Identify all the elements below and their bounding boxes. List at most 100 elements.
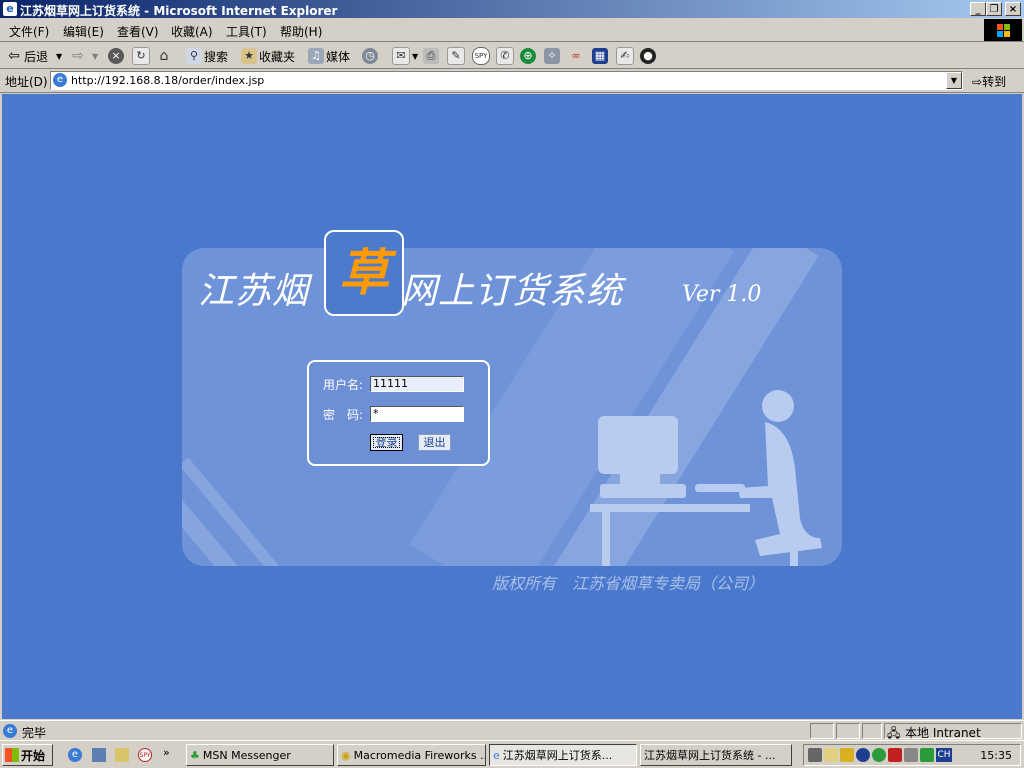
login-button[interactable]: 登录 — [370, 434, 403, 451]
page-status-icon: e — [3, 724, 17, 738]
system-title: 江苏烟 网上订货系统 — [198, 271, 624, 312]
address-bar: 地址(D) e http://192.168.8.18/order/index.… — [0, 69, 1024, 93]
media-button[interactable]: ♫ 媒体 — [308, 47, 350, 65]
tray-globe-icon[interactable] — [872, 748, 886, 762]
tray-shield-icon[interactable] — [920, 748, 934, 762]
back-button[interactable]: ⇦ 后退 ▼ — [6, 47, 62, 65]
stop-button[interactable]: × — [108, 47, 126, 65]
msn-icon: ♣ — [190, 748, 200, 762]
mail-button[interactable]: ✉ ▼ — [392, 47, 418, 65]
address-input[interactable]: e http://192.168.8.18/order/index.jsp ▼ — [50, 71, 963, 90]
mail-dropdown-icon[interactable]: ▼ — [412, 52, 418, 61]
tools-button[interactable]: ✧ — [544, 47, 562, 65]
messenger-icon: ✆ — [496, 47, 514, 65]
task-ie[interactable]: 江苏烟草网上订货系统 - ... — [640, 744, 792, 766]
task-msn[interactable]: ♣ MSN Messenger — [186, 744, 334, 766]
mail-icon: ✉ — [392, 47, 410, 65]
task-ie-active[interactable]: e 江苏烟草网上订货系... — [489, 744, 637, 766]
stop-icon: × — [108, 48, 124, 64]
page-content: 江苏烟 网上订货系统 草 Ver 1.0 用户名: 11111 密 码: * 登录… — [2, 94, 1022, 719]
menu-edit[interactable]: 编辑(E) — [63, 23, 104, 40]
version-label: Ver 1.0 — [682, 282, 762, 307]
history-icon: ◷ — [362, 48, 378, 64]
address-label: 地址(D) — [5, 75, 48, 89]
copyright-text: 版权所有 江苏省烟草专卖局（公司） — [492, 574, 765, 593]
print-icon: ⎙ — [423, 48, 439, 64]
password-label: 密 码: — [323, 408, 364, 422]
computer-user-illustration — [590, 390, 822, 566]
tray-app-icon[interactable] — [840, 748, 854, 762]
link-icon: ∞ — [571, 49, 581, 62]
refresh-icon: ↻ — [132, 47, 150, 65]
link-button[interactable]: ∞ — [568, 47, 586, 65]
maximize-button[interactable]: ❐ — [986, 2, 1002, 16]
edit-button[interactable]: ✎ — [447, 47, 467, 65]
refresh-button[interactable]: ↻ — [132, 47, 152, 65]
quicklaunch-spy-icon[interactable]: SPY — [138, 748, 152, 762]
tray-language-indicator[interactable]: CH — [936, 748, 952, 762]
messenger-button[interactable]: ✆ — [496, 47, 516, 65]
tray-clock[interactable]: 15:35 — [980, 749, 1012, 762]
zone-cell: 🖧 本地 Intranet — [884, 723, 1022, 740]
status-text: 完毕 — [22, 726, 47, 740]
window-title: 江苏烟草网上订货系统 - Microsoft Internet Explorer — [20, 4, 338, 18]
username-label: 用户名: — [323, 378, 364, 392]
spy-icon: SPY — [472, 47, 490, 65]
search-button[interactable]: ⚲ 搜索 — [186, 47, 228, 65]
close-button[interactable]: × — [1005, 2, 1021, 16]
logo-badge: 草 — [324, 230, 404, 316]
forward-arrow-icon: ⇨ — [72, 48, 84, 64]
edit-icon: ✎ — [447, 47, 465, 65]
forward-button[interactable]: ⇨ ▼ — [70, 47, 98, 65]
start-button[interactable]: 开始 — [2, 744, 53, 766]
menu-file[interactable]: 文件(F) — [9, 23, 49, 40]
password-input[interactable]: * — [370, 406, 464, 422]
minimize-button[interactable]: _ — [970, 2, 986, 16]
menu-bar: 文件(F) 编辑(E) 查看(V) 收藏(A) 工具(T) 帮助(H) — [0, 18, 1024, 42]
quicklaunch-folder-icon[interactable] — [115, 748, 129, 762]
window-title-bar: e 江苏烟草网上订货系统 - Microsoft Internet Explor… — [0, 0, 1024, 18]
home-button[interactable]: ⌂ — [156, 47, 174, 65]
back-arrow-icon: ⇦ — [8, 48, 20, 64]
page-icon: e — [53, 73, 67, 87]
task-fireworks[interactable]: ◉ Macromedia Fireworks ... — [337, 744, 486, 766]
quicklaunch-desktop-icon[interactable] — [92, 748, 106, 762]
favorites-button[interactable]: ★ 收藏夹 — [241, 47, 295, 65]
address-url: http://192.168.8.18/order/index.jsp — [71, 74, 265, 87]
exit-button[interactable]: 退出 — [418, 434, 451, 451]
forward-dropdown-icon[interactable]: ▼ — [92, 52, 98, 61]
notes-icon: ✍ — [616, 47, 634, 65]
zone-text: 本地 Intranet — [905, 726, 981, 740]
username-input[interactable]: 11111 — [370, 376, 464, 392]
start-windows-icon — [5, 748, 19, 762]
fireworks-icon: ◉ — [341, 748, 351, 762]
tray-media-icon[interactable] — [856, 748, 870, 762]
favorites-icon: ★ — [241, 48, 257, 64]
notes-button[interactable]: ✍ — [616, 47, 636, 65]
ie-task-icon: e — [493, 748, 500, 762]
address-dropdown-icon[interactable]: ▼ — [946, 72, 962, 89]
calendar-button[interactable]: ▦ — [592, 47, 610, 65]
tray-network-icon[interactable] — [808, 748, 822, 762]
quicklaunch-ie-icon[interactable]: e — [68, 748, 82, 762]
go-arrow-icon: ⇨ — [972, 75, 983, 89]
go-button[interactable]: ⇨转到 — [972, 73, 1006, 90]
quicklaunch-more-icon[interactable]: » — [163, 746, 170, 759]
tray-users-icon[interactable] — [904, 748, 918, 762]
menu-view[interactable]: 查看(V) — [117, 23, 159, 40]
spy-button[interactable]: SPY — [472, 47, 492, 65]
back-dropdown-icon[interactable]: ▼ — [56, 52, 62, 61]
login-form: 用户名: 11111 密 码: * 登录 退出 — [307, 360, 490, 466]
status-cell — [836, 723, 860, 739]
windows-logo-icon — [984, 19, 1022, 41]
tray-volume-icon[interactable] — [824, 748, 838, 762]
status-cell — [862, 723, 882, 739]
menu-tools[interactable]: 工具(T) — [226, 23, 267, 40]
history-button[interactable]: ◷ — [362, 47, 380, 65]
tray-umbrella-icon[interactable] — [888, 748, 902, 762]
qq-button[interactable]: ● — [640, 47, 658, 65]
menu-help[interactable]: 帮助(H) — [280, 23, 322, 40]
print-button[interactable]: ⎙ — [423, 47, 441, 65]
globe-button[interactable]: ⊕ — [520, 47, 538, 65]
menu-favorites[interactable]: 收藏(A) — [171, 23, 213, 40]
